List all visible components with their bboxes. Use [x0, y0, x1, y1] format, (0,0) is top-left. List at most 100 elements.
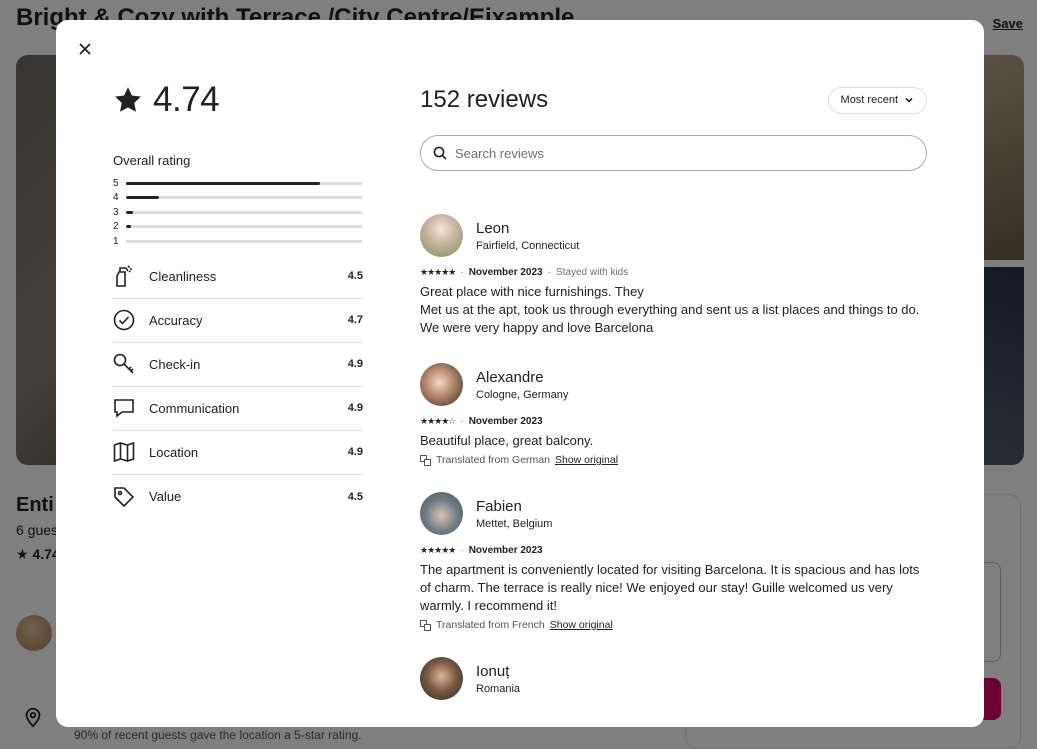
review-meta: ★★★★★ · November 2023 [420, 545, 927, 556]
avatar[interactable] [420, 657, 463, 700]
spray-bottle-icon [113, 264, 149, 288]
review-item: Leon Fairfield, Connecticut ★★★★★ · Nove… [420, 214, 927, 337]
translate-icon [420, 619, 431, 631]
review-text: The apartment is conveniently located fo… [420, 562, 920, 613]
sort-label: Most recent [840, 94, 898, 106]
category-name: Communication [149, 400, 240, 416]
category-name: Location [149, 444, 199, 460]
distribution-star-label: 2 [113, 221, 119, 233]
separator-dot: · [460, 545, 464, 556]
review-item: Alexandre Cologne, Germany ★★★★☆ · Novem… [420, 363, 927, 466]
reviews-title: 152 reviews [420, 86, 549, 113]
map-icon [113, 440, 149, 464]
reviews-list: Leon Fairfield, Connecticut ★★★★★ · Nove… [420, 214, 927, 726]
distribution-star-label: 4 [113, 192, 119, 204]
search-input[interactable] [455, 145, 895, 161]
key-icon [113, 352, 149, 376]
category-name: Cleanliness [149, 268, 217, 284]
avatar[interactable] [420, 214, 463, 257]
translated-from: Translated from German [436, 454, 550, 466]
reviews-panel: 152 reviews Most recent Leon Fairfield, … [420, 80, 927, 700]
reviewer-name: Leon [476, 219, 510, 237]
review-stars: ★★★★☆ [420, 416, 456, 426]
category-row: Accuracy 4.7 [113, 299, 363, 343]
review-author[interactable]: Leon Fairfield, Connecticut [420, 214, 927, 257]
category-score: 4.5 [347, 270, 363, 282]
rating-distribution: 5 4 3 2 1 [113, 176, 363, 249]
review-meta: ★★★★☆ · November 2023 [420, 416, 927, 427]
translation-note: Translated from French Show original [420, 619, 927, 631]
distribution-bar [126, 181, 362, 185]
overall-score: 4.74 [113, 80, 363, 120]
distribution-row: 4 [113, 191, 363, 206]
review-author[interactable]: Alexandre Cologne, Germany [420, 363, 927, 406]
distribution-bar [126, 239, 362, 243]
chevron-down-icon [905, 97, 913, 103]
separator-dot: · [460, 267, 464, 278]
review-date: November 2023 [468, 416, 543, 427]
review-date: November 2023 [468, 267, 543, 278]
category-row: Communication 4.9 [113, 387, 363, 431]
overall-score-value: 4.74 [153, 80, 220, 119]
category-score: 4.9 [347, 446, 363, 458]
distribution-star-label: 1 [113, 235, 119, 247]
close-icon [79, 43, 91, 55]
stay-type: Stayed with kids [555, 267, 629, 278]
distribution-bar [126, 225, 362, 229]
show-original-link[interactable]: Show original [550, 619, 613, 631]
review-text: Beautiful place, great balcony. [420, 433, 594, 448]
search-icon [433, 146, 447, 160]
reviews-modal: 4.74 Overall rating 5 4 3 2 1 Cleanlines… [56, 20, 984, 727]
overall-rating-label: Overall rating [113, 153, 191, 168]
distribution-row: 1 [113, 234, 363, 249]
category-row: Location 4.9 [113, 431, 363, 475]
distribution-bar [126, 196, 362, 200]
distribution-bar-fill [126, 210, 134, 214]
review-text: Great place with nice furnishings. They … [420, 284, 920, 335]
sort-dropdown[interactable]: Most recent [827, 86, 927, 114]
category-ratings: Cleanliness 4.5 Accuracy 4.7 Check-in 4.… [113, 255, 363, 519]
review-author[interactable]: Ionuț Romania [420, 657, 927, 700]
reviewer-location: Romania [476, 682, 521, 695]
reviewer-name: Fabien [476, 497, 522, 515]
avatar[interactable] [420, 492, 463, 535]
rating-summary: 4.74 Overall rating 5 4 3 2 1 Cleanlines… [113, 80, 363, 519]
reviewer-name: Alexandre [476, 368, 544, 386]
distribution-row: 2 [113, 220, 363, 235]
show-original-link[interactable]: Show original [555, 454, 618, 466]
separator-dot: · [547, 267, 551, 278]
translate-icon [420, 454, 431, 466]
category-score: 4.7 [347, 314, 363, 326]
category-row: Check-in 4.9 [113, 343, 363, 387]
reviewer-name: Ionuț [476, 662, 510, 680]
distribution-star-label: 3 [113, 206, 119, 218]
separator-dot: · [460, 416, 464, 427]
category-row: Cleanliness 4.5 [113, 255, 363, 299]
reviewer-location: Cologne, Germany [476, 388, 569, 401]
review-date: November 2023 [468, 545, 543, 556]
chat-bubble-icon [113, 396, 149, 420]
category-name: Check-in [149, 356, 201, 372]
review-meta: ★★★★★ · November 2023 · Stayed with kids [420, 267, 927, 278]
reviewer-location: Mettet, Belgium [476, 517, 553, 530]
category-name: Accuracy [149, 312, 203, 328]
review-item: Ionuț Romania [420, 657, 927, 700]
tag-icon [113, 485, 149, 509]
distribution-bar-fill [126, 196, 160, 200]
translated-from: Translated from French [436, 619, 545, 631]
category-score: 4.9 [347, 358, 363, 370]
review-stars: ★★★★★ [420, 545, 456, 555]
review-author[interactable]: Fabien Mettet, Belgium [420, 492, 927, 535]
distribution-row: 3 [113, 205, 363, 220]
avatar[interactable] [420, 363, 463, 406]
distribution-row: 5 [113, 176, 363, 191]
reviewer-location: Fairfield, Connecticut [476, 239, 580, 252]
distribution-bar [126, 210, 362, 214]
search-bar[interactable] [420, 135, 927, 171]
close-button[interactable] [74, 38, 96, 60]
category-score: 4.9 [347, 402, 363, 414]
distribution-star-label: 5 [113, 177, 119, 189]
star-icon [115, 87, 141, 112]
review-item: Fabien Mettet, Belgium ★★★★★ · November … [420, 492, 927, 631]
distribution-bar-fill [126, 225, 131, 229]
